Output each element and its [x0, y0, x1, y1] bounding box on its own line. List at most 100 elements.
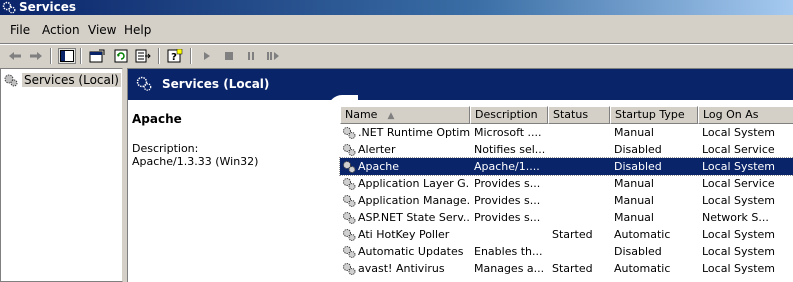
column-status-label: Status — [553, 108, 589, 121]
start-service-icon[interactable] — [198, 48, 216, 64]
service-name: Alerter — [358, 143, 396, 156]
cell-logon: Local System — [702, 262, 776, 275]
cell-description: Notifies sel... — [474, 143, 546, 156]
cell-description: Provides s... — [474, 194, 541, 207]
service-row[interactable]: Application Layer G... Provides s... Manua… — [340, 175, 793, 192]
svg-text:?: ? — [171, 52, 177, 63]
menu-file[interactable]: File — [10, 23, 30, 37]
services-icon — [136, 76, 152, 91]
cell-name: Alerter — [342, 141, 470, 158]
service-row[interactable]: Ati HotKey Poller Started Automatic Local S… — [340, 226, 793, 243]
cell-description: Apache/1.... — [474, 160, 540, 173]
column-header-status[interactable]: Status — [548, 106, 610, 124]
cell-status: Started — [552, 228, 593, 241]
menu-help[interactable]: Help — [124, 23, 151, 37]
service-row[interactable]: Alerter Notifies sel... Disabled Local Serv… — [340, 141, 793, 158]
refresh-icon[interactable] — [112, 48, 130, 64]
forward-arrow-icon[interactable] — [27, 48, 45, 64]
cell-startup: Manual — [614, 126, 654, 139]
service-name: Application Manage... — [358, 194, 470, 207]
service-name: Automatic Updates — [358, 245, 464, 258]
services-list[interactable]: Name ▲ Description Status Startup Type Lo… — [339, 106, 793, 282]
stop-service-icon[interactable] — [220, 48, 238, 64]
service-gear-icon — [343, 262, 356, 275]
service-gear-icon — [343, 245, 356, 258]
toolbar-separator — [158, 48, 160, 64]
selected-service-name: Apache — [132, 112, 182, 126]
cell-name: Application Layer G... — [342, 175, 470, 192]
menu-bar: File Action View Help — [0, 15, 793, 44]
back-arrow-icon[interactable] — [6, 48, 24, 64]
menu-action[interactable]: Action — [42, 23, 80, 37]
service-gear-icon — [343, 177, 356, 190]
service-name: ASP.NET State Serv... — [358, 211, 470, 224]
cell-name: Apache — [342, 158, 470, 175]
cell-startup: Manual — [614, 177, 654, 190]
column-description-label: Description — [475, 108, 538, 121]
cell-logon: Local System — [702, 160, 776, 173]
service-gear-icon — [343, 194, 356, 207]
service-name: Apache — [358, 160, 400, 173]
service-gear-icon — [343, 126, 356, 139]
cell-description: Enables th... — [474, 245, 543, 258]
service-row[interactable]: Application Manage... Provides s... Manual… — [340, 192, 793, 209]
cell-startup: Disabled — [614, 160, 662, 173]
cell-name: Application Manage... — [342, 192, 470, 209]
services-icon — [4, 74, 18, 87]
cell-description: Provides s... — [474, 177, 541, 190]
column-header-description[interactable]: Description — [470, 106, 548, 124]
service-row[interactable]: ASP.NET State Serv... Provides s... Manual… — [340, 209, 793, 226]
cell-name: Ati HotKey Poller — [342, 226, 470, 243]
cell-startup: Manual — [614, 211, 654, 224]
cell-startup: Disabled — [614, 245, 662, 258]
cell-startup: Automatic — [614, 262, 671, 275]
column-header-name[interactable]: Name ▲ — [340, 106, 470, 124]
properties-icon[interactable] — [88, 48, 106, 64]
service-name: Ati HotKey Poller — [358, 228, 450, 241]
cell-logon: Local Service — [702, 177, 775, 190]
restart-service-icon[interactable] — [264, 48, 282, 64]
service-gear-icon — [343, 143, 356, 156]
toolbar-separator — [80, 48, 82, 64]
cell-logon: Local Service — [702, 143, 775, 156]
cell-logon: Local System — [702, 245, 776, 258]
service-row[interactable]: .NET Runtime Optim... Microsoft .... Manua… — [340, 124, 793, 141]
toolbar-separator — [50, 48, 52, 64]
tree-item-services-local[interactable]: Services (Local) — [3, 72, 121, 88]
service-name: Application Layer G... — [358, 177, 470, 190]
column-header-log-on-as[interactable]: Log On As — [698, 106, 793, 124]
pause-service-icon[interactable] — [242, 48, 260, 64]
title-bar[interactable]: Services — [0, 0, 793, 15]
service-gear-icon — [343, 160, 356, 173]
extended-description: Apache Description: Apache/1.3.33 (Win32… — [128, 100, 336, 282]
cell-logon: Local System — [702, 194, 776, 207]
toolbar-separator — [190, 48, 192, 64]
cell-description: Manages a... — [474, 262, 545, 275]
column-headers: Name ▲ Description Status Startup Type Lo… — [340, 106, 793, 124]
service-row[interactable]: Automatic Updates Enables th... Disabled Lo… — [340, 243, 793, 260]
cell-startup: Disabled — [614, 143, 662, 156]
cell-logon: Local System — [702, 228, 776, 241]
export-list-icon[interactable] — [134, 48, 152, 64]
cell-startup: Automatic — [614, 228, 671, 241]
service-gear-icon — [343, 228, 356, 241]
tree-label: Services (Local) — [22, 73, 121, 87]
menu-view[interactable]: View — [88, 23, 116, 37]
panel-header: Services (Local) — [128, 69, 793, 100]
cell-status: Started — [552, 262, 593, 275]
column-logon-label: Log On As — [703, 108, 759, 121]
cell-logon: Local System — [702, 126, 776, 139]
service-row[interactable]: avast! Antivirus Manages a... Started Autom… — [340, 260, 793, 277]
cell-name: .NET Runtime Optim... — [342, 124, 470, 141]
cell-logon: Network S... — [702, 211, 769, 224]
sort-ascending-icon: ▲ — [387, 111, 395, 121]
column-header-startup-type[interactable]: Startup Type — [610, 106, 698, 124]
cell-startup: Manual — [614, 194, 654, 207]
help-icon[interactable]: ? — [166, 48, 184, 64]
show-hide-tree-icon[interactable] — [58, 48, 76, 64]
cell-description: Microsoft .... — [474, 126, 542, 139]
description-value: Apache/1.3.33 (Win32) — [132, 155, 259, 168]
gear-icon — [2, 1, 16, 14]
service-row[interactable]: Apache Apache/1.... Disabled Local System — [339, 157, 793, 176]
cell-name: ASP.NET State Serv... — [342, 209, 470, 226]
